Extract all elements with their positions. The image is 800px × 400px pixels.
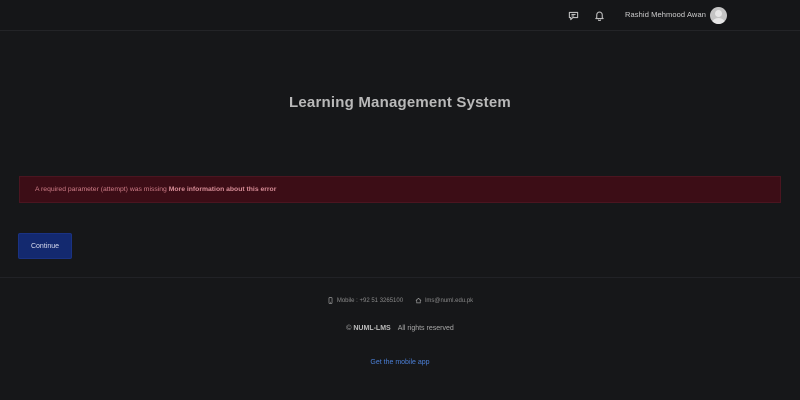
copyright-symbol: © (346, 325, 352, 332)
rights-text: All rights reserved (397, 325, 454, 332)
footer-copyright: © NUML-LMS All rights reserved (0, 325, 800, 332)
continue-button[interactable]: Continue (18, 233, 72, 259)
footer-contact: Mobile : +92 51 3265100 lms@numl.edu.pk (0, 297, 800, 304)
brand-name: NUML-LMS (353, 325, 391, 332)
home-icon (415, 297, 422, 304)
error-alert: A required parameter (attempt) was missi… (19, 176, 781, 203)
notifications-toggle[interactable] (592, 8, 606, 22)
error-info-link[interactable]: More information about this error (169, 186, 277, 193)
footer-email[interactable]: lms@numl.edu.pk (415, 297, 473, 304)
top-navbar: Rashid Mehmood Awan (0, 0, 800, 31)
error-message: A required parameter (attempt) was missi… (35, 186, 167, 193)
page-title: Learning Management System (289, 94, 511, 111)
footer-phone: Mobile : +92 51 3265100 (327, 297, 403, 304)
footer-divider (0, 277, 800, 278)
copyright-brand-group: © NUML-LMS (346, 325, 390, 332)
messages-toggle[interactable] (566, 8, 580, 22)
user-name[interactable]: Rashid Mehmood Awan (625, 10, 706, 19)
mobile-phone-icon (328, 297, 333, 304)
messages-icon (568, 11, 578, 20)
footer-phone-text: Mobile : +92 51 3265100 (336, 297, 404, 304)
avatar-icon[interactable] (710, 7, 727, 24)
bell-icon (594, 11, 604, 21)
footer-email-text: lms@numl.edu.pk (425, 297, 474, 304)
mobile-app-link[interactable]: Get the mobile app (0, 359, 800, 366)
